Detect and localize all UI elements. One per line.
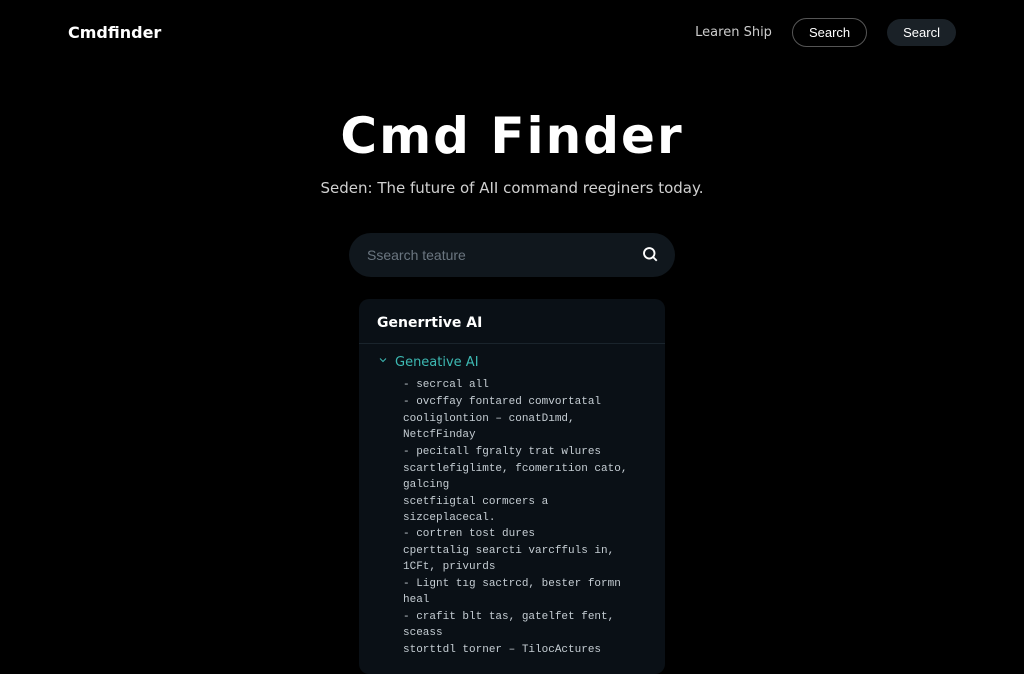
code-line: cooliglontion – conatDımd, NetcfFinday: [403, 412, 647, 444]
code-line: scartlefiglimte, fcomerıtion cato, galci…: [403, 462, 647, 494]
search-input[interactable]: [349, 233, 675, 277]
code-line: - cortren tost dures: [403, 527, 647, 543]
tree-content: - secrcal all- ovcffay fontared comvorta…: [403, 378, 647, 659]
logo: Cmdfinder: [68, 23, 161, 42]
code-line: storttdl torner – TilocActures: [403, 643, 647, 659]
code-line: - secrcal all: [403, 378, 647, 394]
search-icon[interactable]: [641, 245, 659, 267]
search-button-outline[interactable]: Search: [792, 18, 867, 47]
results-card: Generrtive AI Geneative AI - secrcal all…: [359, 299, 665, 674]
code-line: - pecitall fgralty trat wlures: [403, 445, 647, 461]
code-line: - ovcffay fontared comvortatal: [403, 395, 647, 411]
card-title: Generrtive AI: [359, 315, 665, 344]
chevron-down-icon: [377, 354, 389, 370]
code-line: - crafit blt tas, gatelfet fent, sceass: [403, 610, 647, 642]
search-button-primary[interactable]: Searcl: [887, 19, 956, 46]
code-line: scetfiigtal cormcers a sizceplacecal.: [403, 495, 647, 527]
nav: Learen Ship Search Searcl: [695, 18, 956, 47]
nav-link-learn[interactable]: Learen Ship: [695, 25, 772, 40]
tree-node-label: Geneative AI: [395, 355, 479, 370]
page-subtitle: Seden: The future of AII command reegine…: [0, 179, 1024, 197]
page-title: Cmd Finder: [0, 107, 1024, 165]
code-line: cperttalig searcti varcffuls in, 1CFt, p…: [403, 544, 647, 576]
tree-node-generative-ai[interactable]: Geneative AI: [377, 354, 647, 370]
code-line: - Lignt tıg sactrcd, bester formn heal: [403, 577, 647, 609]
